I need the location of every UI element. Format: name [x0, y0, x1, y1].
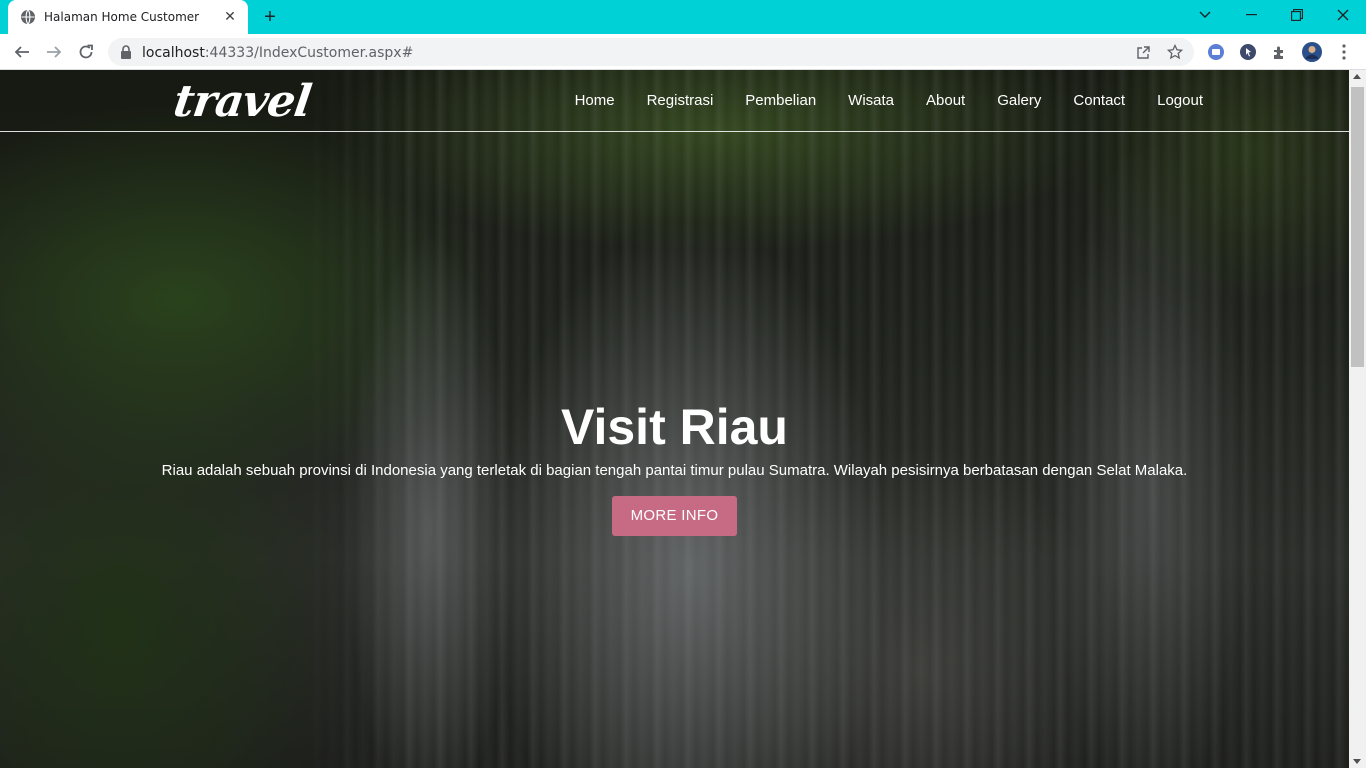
- new-tab-icon[interactable]: +: [260, 7, 280, 28]
- lock-icon: [121, 45, 131, 59]
- browser-toolbar: localhost:44333/IndexCustomer.aspx#: [0, 34, 1366, 70]
- menu-logout[interactable]: Logout: [1141, 91, 1219, 111]
- tab-search-chevron-icon[interactable]: [1182, 0, 1228, 30]
- scroll-thumb[interactable]: [1351, 87, 1364, 367]
- close-window-icon[interactable]: [1320, 0, 1366, 30]
- menu-contact[interactable]: Contact: [1057, 91, 1141, 111]
- extensions-puzzle-icon[interactable]: [1270, 42, 1290, 62]
- hero-description: Riau adalah sebuah provinsi di Indonesia…: [161, 462, 1188, 479]
- bookmark-star-icon[interactable]: [1166, 43, 1184, 61]
- tab-title: Halaman Home Customer: [44, 10, 200, 24]
- extension-screen-icon[interactable]: [1206, 42, 1226, 62]
- menu-galery[interactable]: Galery: [981, 91, 1057, 111]
- menu-pembelian[interactable]: Pembelian: [729, 91, 832, 111]
- tab-close-icon[interactable]: ✕: [222, 8, 238, 24]
- kebab-menu-icon[interactable]: [1334, 42, 1354, 62]
- site-navbar: travel Home Registrasi Pembelian Wisata …: [0, 70, 1349, 132]
- scroll-down-arrow-icon[interactable]: [1353, 759, 1361, 764]
- share-icon[interactable]: [1134, 43, 1152, 61]
- tab-strip: Halaman Home Customer ✕ +: [0, 0, 1366, 34]
- menu-home[interactable]: Home: [559, 91, 631, 111]
- reload-icon[interactable]: [74, 40, 98, 64]
- hero-section: Visit Riau Riau adalah sebuah provinsi d…: [0, 396, 1349, 536]
- menu-wisata[interactable]: Wisata: [832, 91, 910, 111]
- browser-tab-active[interactable]: Halaman Home Customer ✕: [8, 0, 248, 34]
- main-menu: Home Registrasi Pembelian Wisata About G…: [559, 91, 1219, 111]
- restore-icon[interactable]: [1274, 0, 1320, 30]
- extension-cursor-icon[interactable]: [1238, 42, 1258, 62]
- url-text: localhost:44333/IndexCustomer.aspx#: [142, 45, 414, 61]
- forward-arrow-icon[interactable]: [42, 40, 66, 64]
- hero-background-video: travel Home Registrasi Pembelian Wisata …: [0, 70, 1349, 768]
- more-info-button[interactable]: MORE INFO: [612, 496, 737, 536]
- address-bar[interactable]: localhost:44333/IndexCustomer.aspx#: [108, 38, 1194, 66]
- scroll-up-arrow-icon[interactable]: [1353, 74, 1361, 79]
- menu-about[interactable]: About: [910, 91, 981, 111]
- minimize-icon[interactable]: [1228, 0, 1274, 30]
- page-scrollbar[interactable]: [1349, 70, 1366, 768]
- site-logo[interactable]: travel: [170, 76, 313, 127]
- profile-avatar[interactable]: [1302, 42, 1322, 62]
- hero-title: Visit Riau: [561, 399, 788, 455]
- globe-icon: [21, 9, 35, 25]
- menu-registrasi[interactable]: Registrasi: [631, 91, 730, 111]
- back-arrow-icon[interactable]: [10, 40, 34, 64]
